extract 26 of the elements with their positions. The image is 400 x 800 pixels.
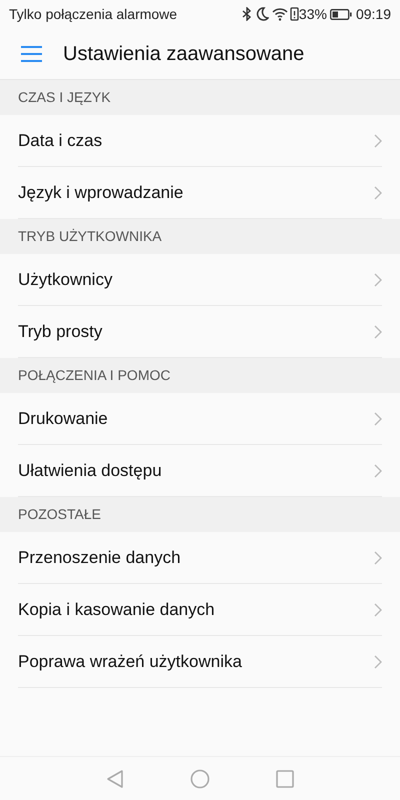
section-header: TRYB UŻYTKOWNIKA — [18, 227, 162, 246]
chevron-icon — [374, 654, 382, 668]
chevron-icon — [374, 602, 382, 616]
menu-icon[interactable] — [21, 46, 42, 62]
bluetooth-icon — [242, 7, 252, 21]
section-header: POZOSTAŁE — [18, 505, 101, 524]
chevron-icon — [374, 324, 382, 338]
home-icon[interactable] — [190, 768, 210, 788]
clock-time: 09:19 — [356, 4, 391, 24]
chevron-icon — [374, 412, 382, 426]
recents-icon[interactable] — [276, 770, 294, 788]
chevron-icon — [374, 186, 382, 200]
section-header: POŁĄCZENIA I POMOC — [18, 366, 170, 385]
chevron-icon — [374, 272, 382, 286]
chevron-icon — [374, 550, 382, 564]
page-title: Ustawienia zaawansowane — [63, 42, 304, 66]
carrier-text: Tylko połączenia alarmowe — [9, 4, 178, 24]
chevron-icon — [374, 134, 382, 148]
chevron-icon — [374, 464, 382, 478]
battery-icon — [330, 8, 352, 20]
battery-alert-icon — [290, 7, 299, 21]
moon-icon — [256, 7, 269, 21]
back-icon[interactable] — [106, 768, 124, 788]
section-header: CZAS I JĘZYK — [18, 88, 111, 107]
battery-percent: 33% — [298, 4, 327, 24]
wifi-icon — [272, 7, 288, 21]
